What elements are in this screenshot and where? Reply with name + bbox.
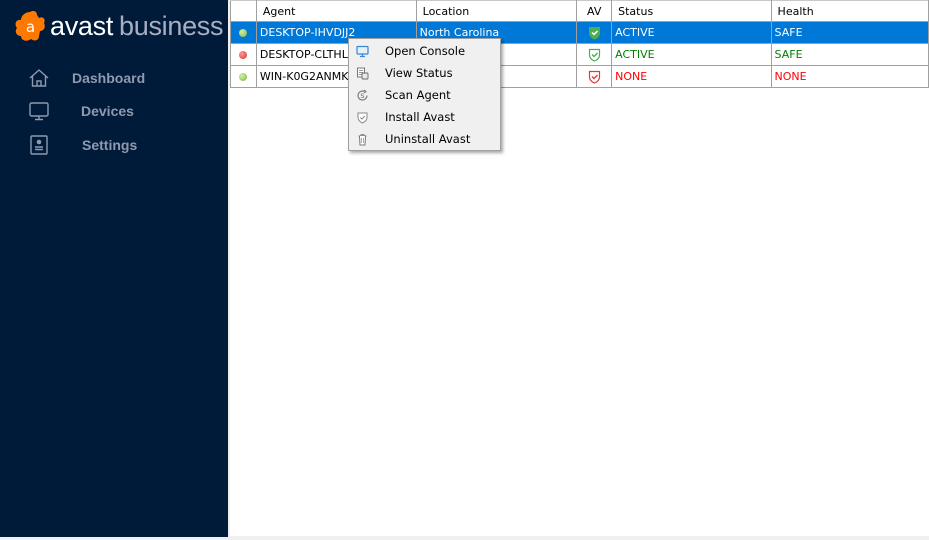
- health-cell: SAFE: [770, 43, 929, 66]
- scan-icon: S: [355, 88, 369, 102]
- column-header-agent[interactable]: Agent: [255, 0, 417, 22]
- offline-dot-icon: [239, 51, 248, 59]
- status-cell: ACTIVE: [611, 21, 772, 44]
- health-cell: SAFE: [770, 21, 929, 44]
- sidebar-item-label: Settings: [82, 137, 138, 153]
- monitor-icon: [28, 100, 50, 122]
- shield-icon: [355, 110, 369, 124]
- av-cell: [576, 65, 613, 88]
- column-header-health[interactable]: Health: [770, 0, 929, 22]
- shield-check-green-icon: [588, 48, 601, 62]
- home-icon: [28, 67, 50, 89]
- menu-item-label: Install Avast: [385, 110, 455, 124]
- context-menu: Open Console View Status S Scan Agent In…: [348, 38, 501, 151]
- menu-item-label: Open Console: [385, 44, 466, 58]
- column-header-av[interactable]: AV: [576, 0, 613, 22]
- menu-item-label: View Status: [385, 66, 453, 80]
- svg-text:a: a: [26, 18, 35, 36]
- av-cell: [576, 21, 613, 44]
- table-header-row: Agent Location AV Status Health: [230, 0, 929, 22]
- svg-text:S: S: [360, 92, 364, 100]
- menu-item-install-avast[interactable]: Install Avast: [350, 106, 500, 128]
- shield-check-red-icon: [588, 70, 601, 84]
- sidebar-item-dashboard[interactable]: Dashboard: [0, 63, 228, 93]
- table-row[interactable]: WIN-K0G2ANMK7U NONE NONE: [230, 65, 929, 88]
- menu-item-scan-agent[interactable]: S Scan Agent: [350, 84, 500, 106]
- menu-item-open-console[interactable]: Open Console: [350, 40, 500, 62]
- view-status-icon: [355, 66, 369, 80]
- status-indicator-cell: [230, 43, 257, 66]
- shield-check-green-icon: [588, 26, 601, 40]
- online-dot-icon: [239, 73, 248, 81]
- agents-table: Agent Location AV Status Health DESKTOP-…: [230, 0, 929, 88]
- sidebar: a avast business Dashboard Devices Settin…: [0, 0, 228, 537]
- column-header-indicator[interactable]: [230, 0, 257, 22]
- table-row[interactable]: DESKTOP-IHVDJJ2 North Carolina ACTIVE SA…: [230, 21, 929, 44]
- content-area: Agent Location AV Status Health DESKTOP-…: [230, 0, 929, 536]
- avast-business-logo: a avast business: [13, 8, 224, 44]
- sidebar-item-settings[interactable]: Settings: [0, 130, 228, 160]
- menu-item-view-status[interactable]: View Status: [350, 62, 500, 84]
- table-row[interactable]: DESKTOP-CLTHLSN ACTIVE SAFE: [230, 43, 929, 66]
- status-cell: ACTIVE: [611, 43, 772, 66]
- av-cell: [576, 43, 613, 66]
- sidebar-item-label: Devices: [81, 103, 134, 119]
- sidebar-item-devices[interactable]: Devices: [0, 96, 228, 126]
- brand-word-avast: avast: [50, 10, 114, 41]
- menu-item-label: Scan Agent: [385, 88, 451, 102]
- brand-word-business: business: [119, 10, 224, 41]
- column-header-status[interactable]: Status: [611, 0, 772, 22]
- column-header-location[interactable]: Location: [415, 0, 578, 22]
- settings-profile-icon: [28, 134, 50, 156]
- console-icon: [355, 44, 369, 58]
- status-cell: NONE: [611, 65, 772, 88]
- menu-item-label: Uninstall Avast: [385, 132, 471, 146]
- avast-logo-icon: a: [13, 9, 47, 43]
- trash-icon: [355, 132, 369, 146]
- online-dot-icon: [239, 29, 248, 37]
- menu-item-uninstall-avast[interactable]: Uninstall Avast: [350, 128, 500, 150]
- health-cell: NONE: [770, 65, 929, 88]
- sidebar-item-label: Dashboard: [72, 70, 146, 86]
- status-indicator-cell: [230, 21, 257, 44]
- status-indicator-cell: [230, 65, 257, 88]
